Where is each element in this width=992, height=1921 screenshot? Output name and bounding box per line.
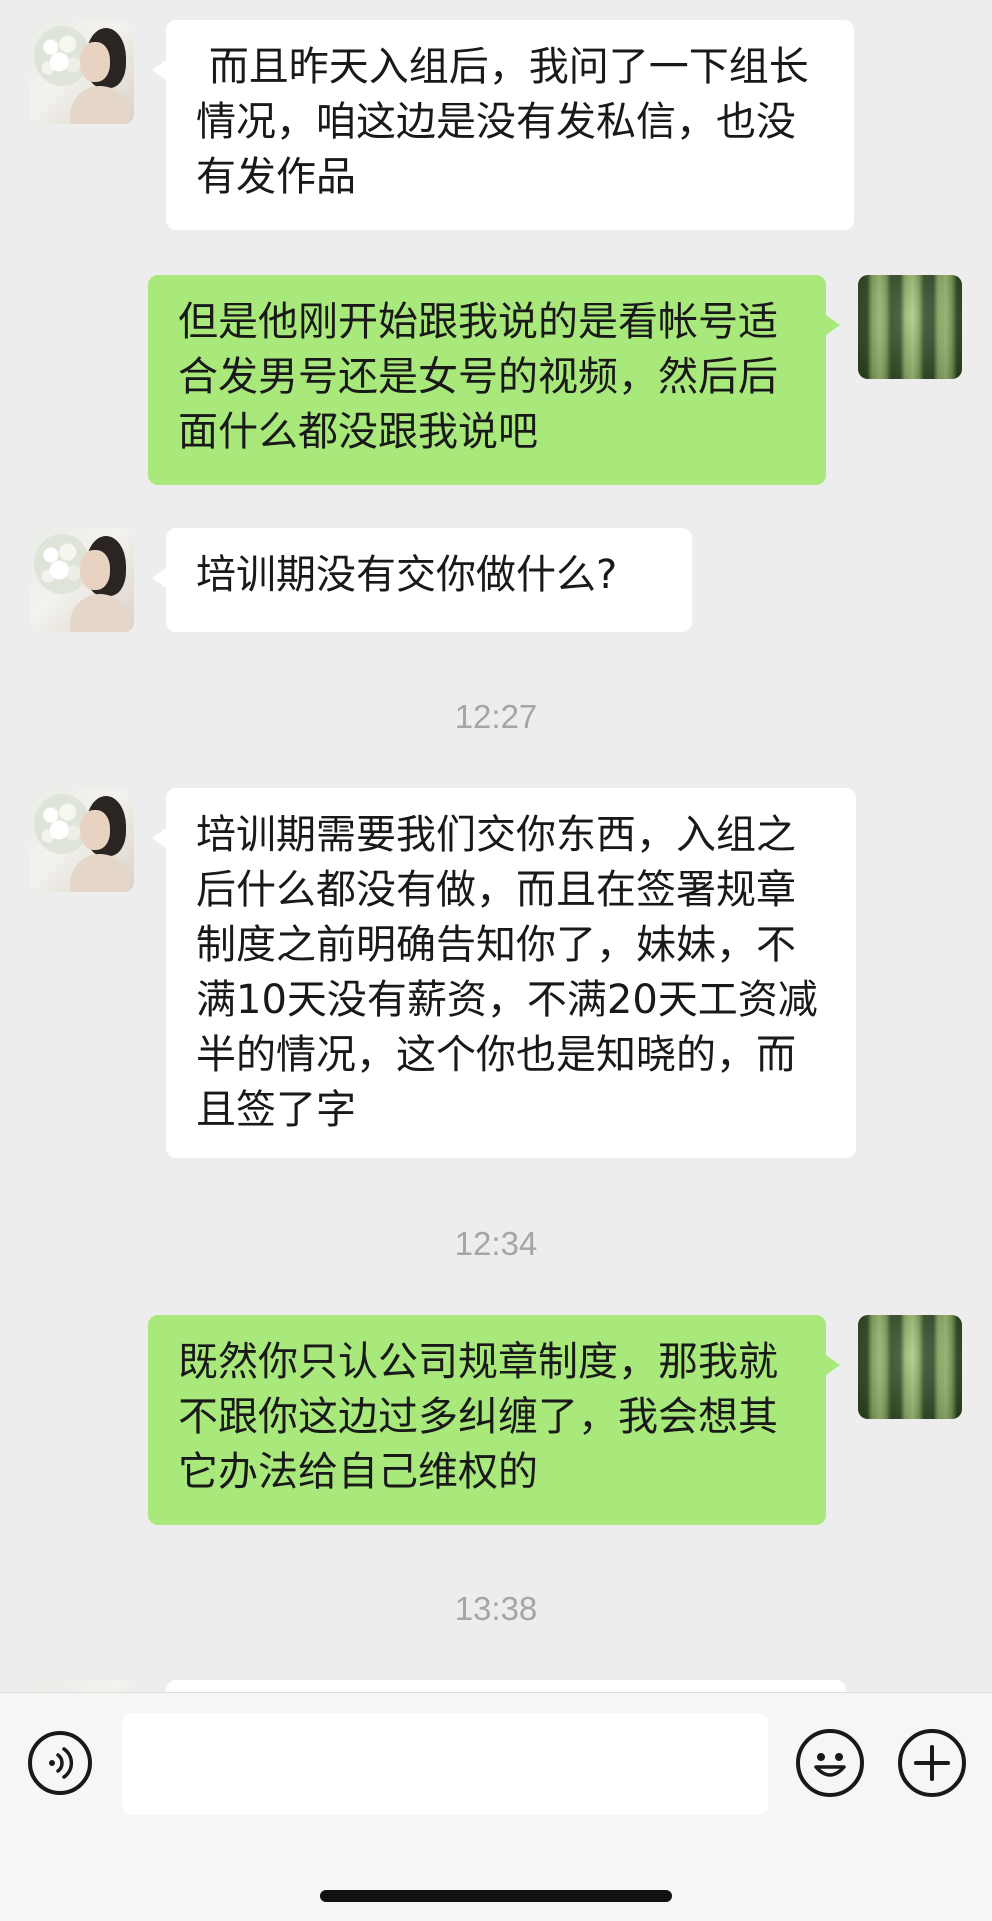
message-bubble-received[interactable]: 培训期没有交你做什么? <box>152 528 692 632</box>
message-bubble-received[interactable] <box>166 1680 846 1692</box>
timestamp: 12:34 <box>454 1225 538 1262</box>
avatar-face <box>80 42 110 82</box>
avatar-face <box>80 550 110 590</box>
contact-avatar[interactable] <box>30 1680 134 1692</box>
chat-input-bar <box>0 1692 992 1921</box>
contact-avatar[interactable] <box>30 528 134 632</box>
message-bubble-received[interactable]: 而且昨天入组后，我问了一下组长情况，咱这边是没有发私信，也没有发作品 <box>152 20 854 230</box>
message-bubble-sent[interactable]: 既然你只认公司规章制度，那我就不跟你这边过多纠缠了，我会想其它办法给自己维权的 <box>148 1315 840 1525</box>
plus-icon[interactable] <box>898 1729 966 1797</box>
avatar-body <box>70 854 130 892</box>
message-bubble-received[interactable]: 培训期需要我们交你东西，入组之后什么都没有做，而且在签署规章制度之前明确告知你了… <box>152 788 856 1158</box>
message-input[interactable] <box>122 1713 768 1815</box>
avatar-body <box>70 86 130 124</box>
avatar-face <box>80 810 110 850</box>
contact-avatar[interactable] <box>30 20 134 124</box>
timestamp: 12:27 <box>454 698 538 735</box>
my-avatar[interactable] <box>858 1315 962 1419</box>
avatar-body <box>70 594 130 632</box>
my-avatar[interactable] <box>858 275 962 379</box>
home-indicator[interactable] <box>320 1890 672 1902</box>
message-bubble-sent[interactable]: 但是他刚开始跟我说的是看帐号适合发男号还是女号的视频，然后后面什么都没跟我说吧 <box>148 275 840 485</box>
chat-message-list[interactable]: 而且昨天入组后，我问了一下组长情况，咱这边是没有发私信，也没有发作品 但是他刚开… <box>0 0 992 1692</box>
voice-icon[interactable] <box>28 1731 92 1795</box>
timestamp: 13:38 <box>454 1590 538 1627</box>
contact-avatar[interactable] <box>30 788 134 892</box>
emoji-icon[interactable] <box>796 1729 864 1797</box>
